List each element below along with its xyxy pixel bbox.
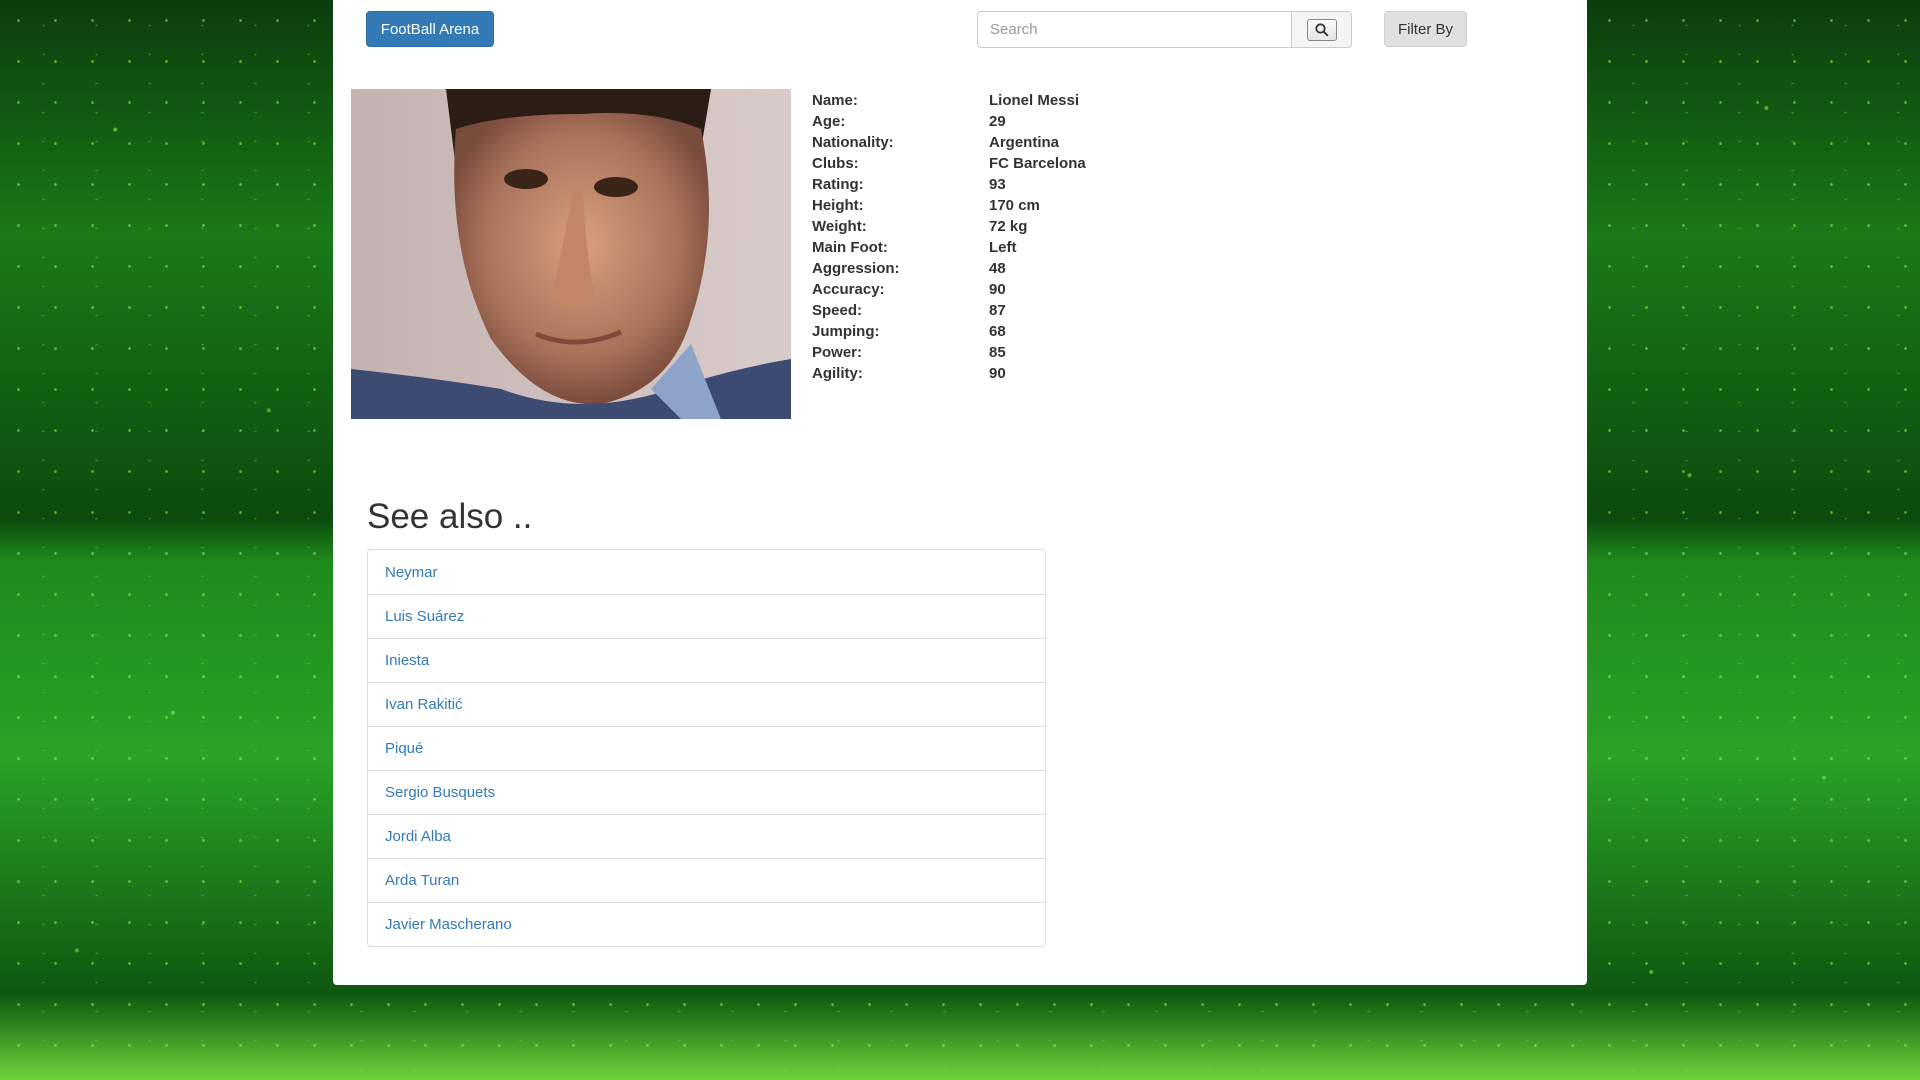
info-value: 90 bbox=[989, 365, 1006, 382]
info-row-aggression: Aggression: 48 bbox=[812, 258, 1086, 279]
info-row-accuracy: Accuracy: 90 bbox=[812, 279, 1086, 300]
see-also-link[interactable]: Luis Suárez bbox=[368, 594, 1045, 638]
search-icon bbox=[1306, 18, 1337, 41]
info-label: Jumping: bbox=[812, 323, 880, 340]
see-also-link[interactable]: Sergio Busquets bbox=[368, 770, 1045, 814]
info-label: Aggression: bbox=[812, 260, 900, 277]
info-value: Left bbox=[989, 239, 1017, 256]
info-value: 68 bbox=[989, 323, 1006, 340]
info-row-rating: Rating: 93 bbox=[812, 174, 1086, 195]
info-value: 93 bbox=[989, 176, 1006, 193]
player-info: Name: Lionel Messi Age: 29 Nationality: Arg… bbox=[812, 90, 1086, 384]
info-row-power: Power: 85 bbox=[812, 342, 1086, 363]
info-row-nationality: Nationality: Argentina bbox=[812, 132, 1086, 153]
info-row-speed: Speed: 87 bbox=[812, 300, 1086, 321]
info-row-agility: Agility: 90 bbox=[812, 363, 1086, 384]
info-label: Speed: bbox=[812, 302, 863, 319]
info-label: Power: bbox=[812, 344, 863, 361]
info-value: 87 bbox=[989, 302, 1006, 319]
see-also-link[interactable]: Arda Turan bbox=[368, 858, 1045, 902]
info-label: Agility: bbox=[812, 365, 863, 382]
info-value: 48 bbox=[989, 260, 1006, 277]
info-row-weight: Weight: 72 kg bbox=[812, 216, 1086, 237]
see-also-link[interactable]: Jordi Alba bbox=[368, 814, 1045, 858]
info-label: Rating: bbox=[812, 176, 864, 193]
info-row-age: Age: 29 bbox=[812, 111, 1086, 132]
info-row-name: Name: Lionel Messi bbox=[812, 90, 1086, 111]
info-value: 29 bbox=[989, 113, 1006, 130]
info-label: Nationality: bbox=[812, 134, 894, 151]
info-value: 72 kg bbox=[989, 218, 1028, 235]
info-value: Argentina bbox=[989, 134, 1060, 151]
info-row-height: Height: 170 cm bbox=[812, 195, 1086, 216]
filter-by-button[interactable]: Filter By bbox=[1384, 11, 1467, 47]
see-also-link[interactable]: Piqué bbox=[368, 726, 1045, 770]
info-label: Age: bbox=[812, 113, 846, 130]
see-also-link[interactable]: Ivan Rakitić bbox=[368, 682, 1045, 726]
info-label: Height: bbox=[812, 197, 864, 214]
info-value: Lionel Messi bbox=[989, 92, 1080, 109]
see-also-link[interactable]: Neymar bbox=[368, 550, 1045, 594]
info-label: Weight: bbox=[812, 218, 867, 235]
see-also-link[interactable]: Javier Mascherano bbox=[368, 902, 1045, 946]
info-row-clubs: Clubs: FC Barcelona bbox=[812, 153, 1086, 174]
search-group bbox=[977, 11, 1352, 48]
info-label: Name: bbox=[812, 92, 858, 109]
info-label: Accuracy: bbox=[812, 281, 885, 298]
info-row-main-foot: Main Foot: Left bbox=[812, 237, 1086, 258]
main-panel: FootBall Arena Filter By bbox=[333, 0, 1587, 985]
player-photo bbox=[351, 89, 791, 419]
search-input[interactable] bbox=[977, 11, 1291, 48]
info-value: 85 bbox=[989, 344, 1006, 361]
info-value: 90 bbox=[989, 281, 1006, 298]
info-value: 170 cm bbox=[989, 197, 1040, 214]
info-row-jumping: Jumping: 68 bbox=[812, 321, 1086, 342]
see-also-list: Neymar Luis Suárez Iniesta Ivan Rakitić … bbox=[367, 549, 1046, 947]
info-label: Main Foot: bbox=[812, 239, 888, 256]
info-label: Clubs: bbox=[812, 155, 859, 172]
search-button[interactable] bbox=[1291, 11, 1352, 48]
info-value: FC Barcelona bbox=[989, 155, 1086, 172]
see-also-title: See also .. bbox=[367, 497, 533, 536]
brand-button[interactable]: FootBall Arena bbox=[366, 11, 494, 47]
see-also-link[interactable]: Iniesta bbox=[368, 638, 1045, 682]
